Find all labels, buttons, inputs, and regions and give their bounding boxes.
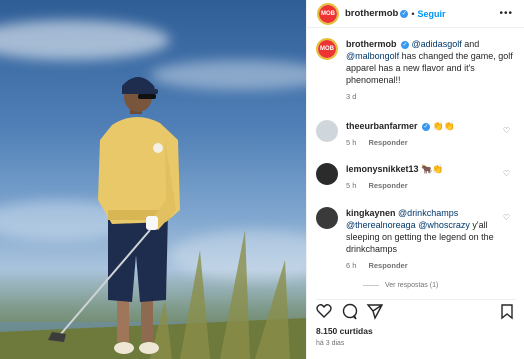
heart-icon[interactable]: ♡ [503, 126, 510, 135]
save-icon[interactable] [501, 304, 513, 320]
comment: kingkaynen @drinkchamps @therealnoreaga … [316, 207, 516, 272]
reply-button[interactable]: Responder [368, 181, 407, 190]
caption-username[interactable]: brothermob [346, 39, 397, 49]
comment-text: 👏👏 [432, 121, 455, 131]
comment-time[interactable]: 5 h [346, 181, 356, 190]
separator-dot: • [411, 8, 415, 19]
verified-icon: ✓ [422, 122, 431, 131]
action-bar [316, 299, 516, 320]
post-time[interactable]: há 3 dias [316, 340, 344, 347]
likes-count[interactable]: 8.150 curtidas [316, 326, 373, 336]
commenter-avatar[interactable] [316, 207, 338, 229]
caption-time[interactable]: 3 d [346, 92, 356, 101]
comment: theeurbanfarmer ✓ 👏👏 5 h Responder ♡ [316, 120, 516, 149]
comment-text: 🐂👏 [421, 164, 444, 174]
instagram-post-modal: MOB brothermob ✓ • Seguir ••• MOB brothe… [0, 0, 524, 359]
comment: lemonysnikket13 🐂👏 5 h Responder ♡ [316, 163, 516, 192]
heart-icon[interactable]: ♡ [503, 169, 510, 178]
mention-link[interactable]: @whoscrazy [418, 220, 470, 230]
golfer-illustration [0, 77, 306, 359]
author-username[interactable]: brothermob [345, 8, 398, 19]
post-photo[interactable] [0, 0, 306, 359]
verified-icon: ✓ [401, 40, 410, 49]
caption-text: and [461, 39, 480, 49]
share-icon[interactable] [366, 304, 384, 320]
heart-icon[interactable]: ♡ [503, 213, 510, 222]
mention-link[interactable]: @therealnoreaga [346, 220, 416, 230]
mention-link[interactable]: @malbongolf [346, 51, 399, 61]
commenter-avatar[interactable] [316, 120, 338, 142]
author-avatar[interactable]: MOB [317, 2, 339, 25]
comment-username[interactable]: kingkaynen [346, 208, 396, 218]
comment-username[interactable]: lemonysnikket13 [346, 164, 419, 174]
post-caption: MOB brothermob ✓ @adidasgolf and @malbon… [316, 38, 516, 103]
comment-icon[interactable] [342, 303, 358, 320]
comment-time[interactable]: 5 h [346, 138, 356, 147]
reply-button[interactable]: Responder [368, 261, 407, 270]
heart-icon[interactable] [316, 304, 332, 318]
mention-link[interactable]: @adidasgolf [412, 39, 462, 49]
comment-time[interactable]: 6 h [346, 261, 356, 270]
commenter-avatar[interactable] [316, 163, 338, 185]
mention-link[interactable]: @drinkchamps [398, 208, 458, 218]
post-header: MOB brothermob ✓ • Seguir ••• [307, 0, 524, 28]
follow-button[interactable]: Seguir [417, 9, 445, 19]
caption-avatar[interactable]: MOB [316, 38, 338, 60]
see-replies-link[interactable]: Ver respostas (1) [363, 282, 438, 289]
comment-username[interactable]: theeurbanfarmer [346, 121, 418, 131]
verified-icon: ✓ [400, 9, 409, 18]
reply-button[interactable]: Responder [368, 138, 407, 147]
more-icon[interactable]: ••• [499, 8, 513, 19]
